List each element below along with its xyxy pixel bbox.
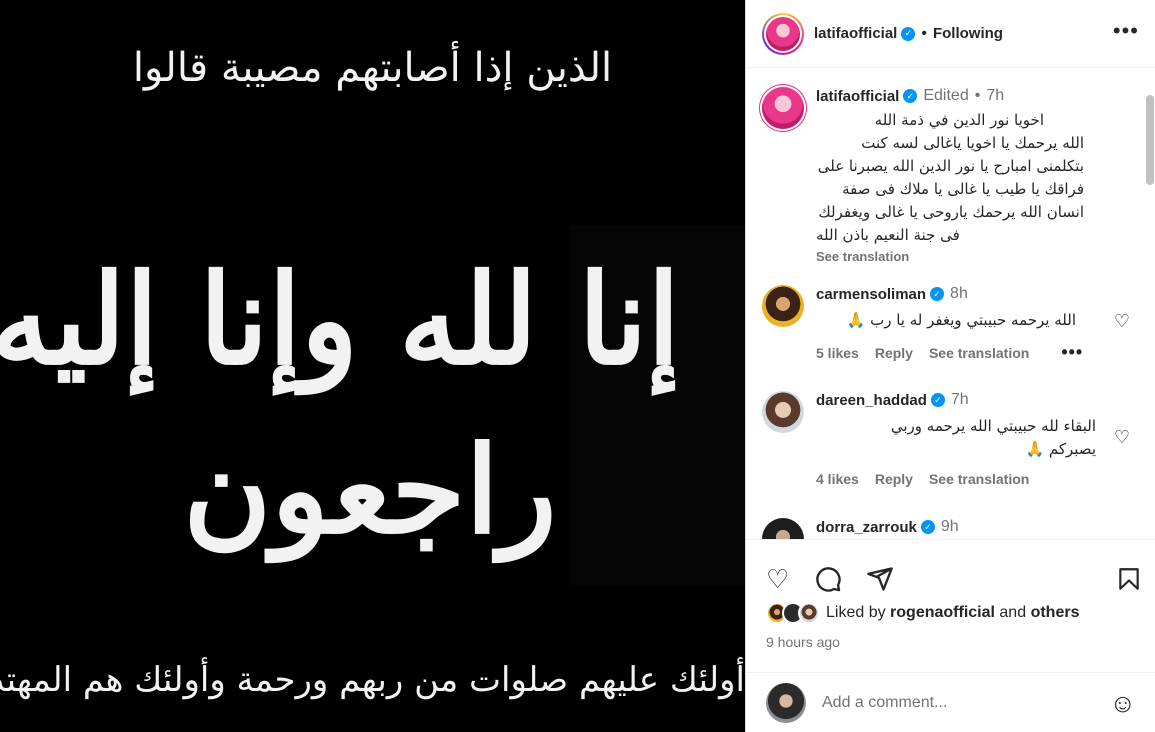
add-comment-bar: ☺: [746, 672, 1155, 732]
caption: latifaofficial ✓ Edited • 7h اخويا نور ا…: [762, 87, 1140, 264]
comment-icon[interactable]: [814, 565, 842, 598]
caption-line: اخويا نور الدين في ذمة الله: [874, 111, 1044, 129]
caption-line: فراقك يا طيب يا غالى يا ملاك فى صفة: [842, 180, 1084, 198]
current-user-avatar: [766, 683, 806, 723]
commenter-avatar[interactable]: [762, 391, 804, 433]
see-translation-link[interactable]: See translation: [816, 249, 1140, 264]
image-text-main-2: راجعون: [183, 420, 557, 561]
caption-line: فى جنة النعيم باذن الله: [816, 226, 960, 244]
verified-badge-icon: ✓: [930, 287, 945, 301]
comment-text: البقاء لله حبيبتي الله يرحمه وربي يصبركم…: [816, 415, 1096, 461]
post-side-panel: latifaofficial ✓ • Following ••• latifao…: [745, 0, 1155, 732]
commenter-avatar[interactable]: [762, 285, 804, 327]
comment-more-icon[interactable]: •••: [1061, 342, 1083, 363]
liked-others-link[interactable]: others: [1031, 604, 1080, 621]
author-username[interactable]: latifaofficial: [814, 25, 897, 42]
commenter-avatar[interactable]: [762, 518, 804, 539]
comment-likes[interactable]: 5 likes: [816, 345, 859, 361]
caption-time: 7h: [986, 87, 1005, 104]
reply-button[interactable]: Reply: [875, 345, 913, 361]
liked-prefix: Liked by: [826, 604, 886, 621]
comment-likes[interactable]: 4 likes: [816, 471, 859, 487]
caption-avatar[interactable]: [762, 87, 804, 129]
author-avatar-image: [766, 16, 800, 51]
post-image[interactable]: الذين إذا أصابتهم مصيبة قالوا إنا لله وإ…: [0, 0, 745, 732]
caption-line: الله يرحمك يا اخويا ياغالى لسه كنت: [861, 134, 1084, 152]
liker-avatar: [798, 602, 820, 624]
reply-button[interactable]: Reply: [875, 471, 913, 487]
comment-input[interactable]: [822, 694, 1110, 712]
comment-line: البقاء لله حبيبتي الله يرحمه وربي: [890, 417, 1096, 435]
comment-time: 8h: [950, 285, 968, 302]
comment-item: dorra_zarrouk ✓ 9h: [762, 518, 1140, 539]
comment-line: يصبركم 🙏: [1025, 440, 1096, 458]
image-text-bottom: أولئك عليهم صلوات من ربهم ورحمة وأولئك ه…: [0, 660, 745, 700]
commenter-username[interactable]: dareen_haddad: [816, 392, 927, 409]
scrollbar-thumb[interactable]: [1146, 95, 1154, 185]
post-time-ago[interactable]: 9 hours ago: [766, 634, 840, 650]
image-text-main: إنا لله وإنا إليه: [0, 246, 680, 393]
share-icon[interactable]: [866, 565, 894, 598]
comment-time: 7h: [950, 391, 969, 408]
comment-time: 9h: [940, 518, 959, 535]
comments-list[interactable]: latifaofficial ✓ Edited • 7h اخويا نور ا…: [746, 69, 1155, 539]
verified-badge-icon: ✓: [903, 89, 918, 103]
liked-and: and: [999, 604, 1027, 621]
heart-icon[interactable]: ♡: [766, 565, 789, 593]
verified-badge-icon: ✓: [920, 520, 935, 534]
comment-item: dareen_haddad ✓ 7h البقاء لله حبيبتي الل…: [762, 391, 1140, 487]
caption-text: اخويا نور الدين في ذمة الله الله يرحمك ي…: [816, 109, 1084, 247]
verified-badge-icon: ✓: [901, 26, 916, 41]
separator-dot: •: [921, 24, 927, 42]
commenter-username[interactable]: dorra_zarrouk: [816, 519, 917, 536]
liked-by: Liked by rogenaofficial and others: [766, 602, 1079, 624]
post-header: latifaofficial ✓ • Following •••: [746, 0, 1155, 68]
edited-label: Edited: [923, 87, 969, 104]
action-bar: ♡: [766, 565, 1142, 593]
emoji-icon[interactable]: ☺: [1109, 688, 1136, 719]
author-avatar[interactable]: [762, 12, 804, 55]
comment-text: الله يرحمه حبيبتي ويغفر له يا رب 🙏: [846, 311, 1076, 329]
more-options-icon[interactable]: •••: [1113, 20, 1139, 42]
like-comment-heart-icon[interactable]: ♡: [1114, 311, 1130, 332]
caption-line: انسان الله يرحمك ياروحى يا غالى ويغفرلك: [818, 203, 1084, 221]
liked-user-link[interactable]: rogenaofficial: [890, 604, 995, 621]
caption-line: بتكلمنى امبارح يا نور الدين الله يصبرنا …: [817, 157, 1084, 175]
see-translation-link[interactable]: See translation: [929, 345, 1029, 361]
verified-badge-icon: ✓: [930, 393, 945, 407]
liked-by-text: Liked by rogenaofficial and others: [826, 604, 1079, 622]
post-footer: ♡ Liked by rogenaofficial and others 9 h…: [746, 539, 1155, 732]
like-comment-heart-icon[interactable]: ♡: [1114, 427, 1130, 448]
comment-item: carmensoliman ✓ 8h الله يرحمه حبيبتي ويغ…: [762, 285, 1140, 363]
commenter-username[interactable]: carmensoliman: [816, 286, 926, 303]
see-translation-link[interactable]: See translation: [929, 471, 1029, 487]
bookmark-icon[interactable]: [1116, 565, 1142, 598]
following-button[interactable]: Following: [933, 25, 1003, 42]
caption-username[interactable]: latifaofficial: [816, 88, 899, 105]
image-text-top: الذين إذا أصابتهم مصيبة قالوا: [132, 45, 613, 91]
